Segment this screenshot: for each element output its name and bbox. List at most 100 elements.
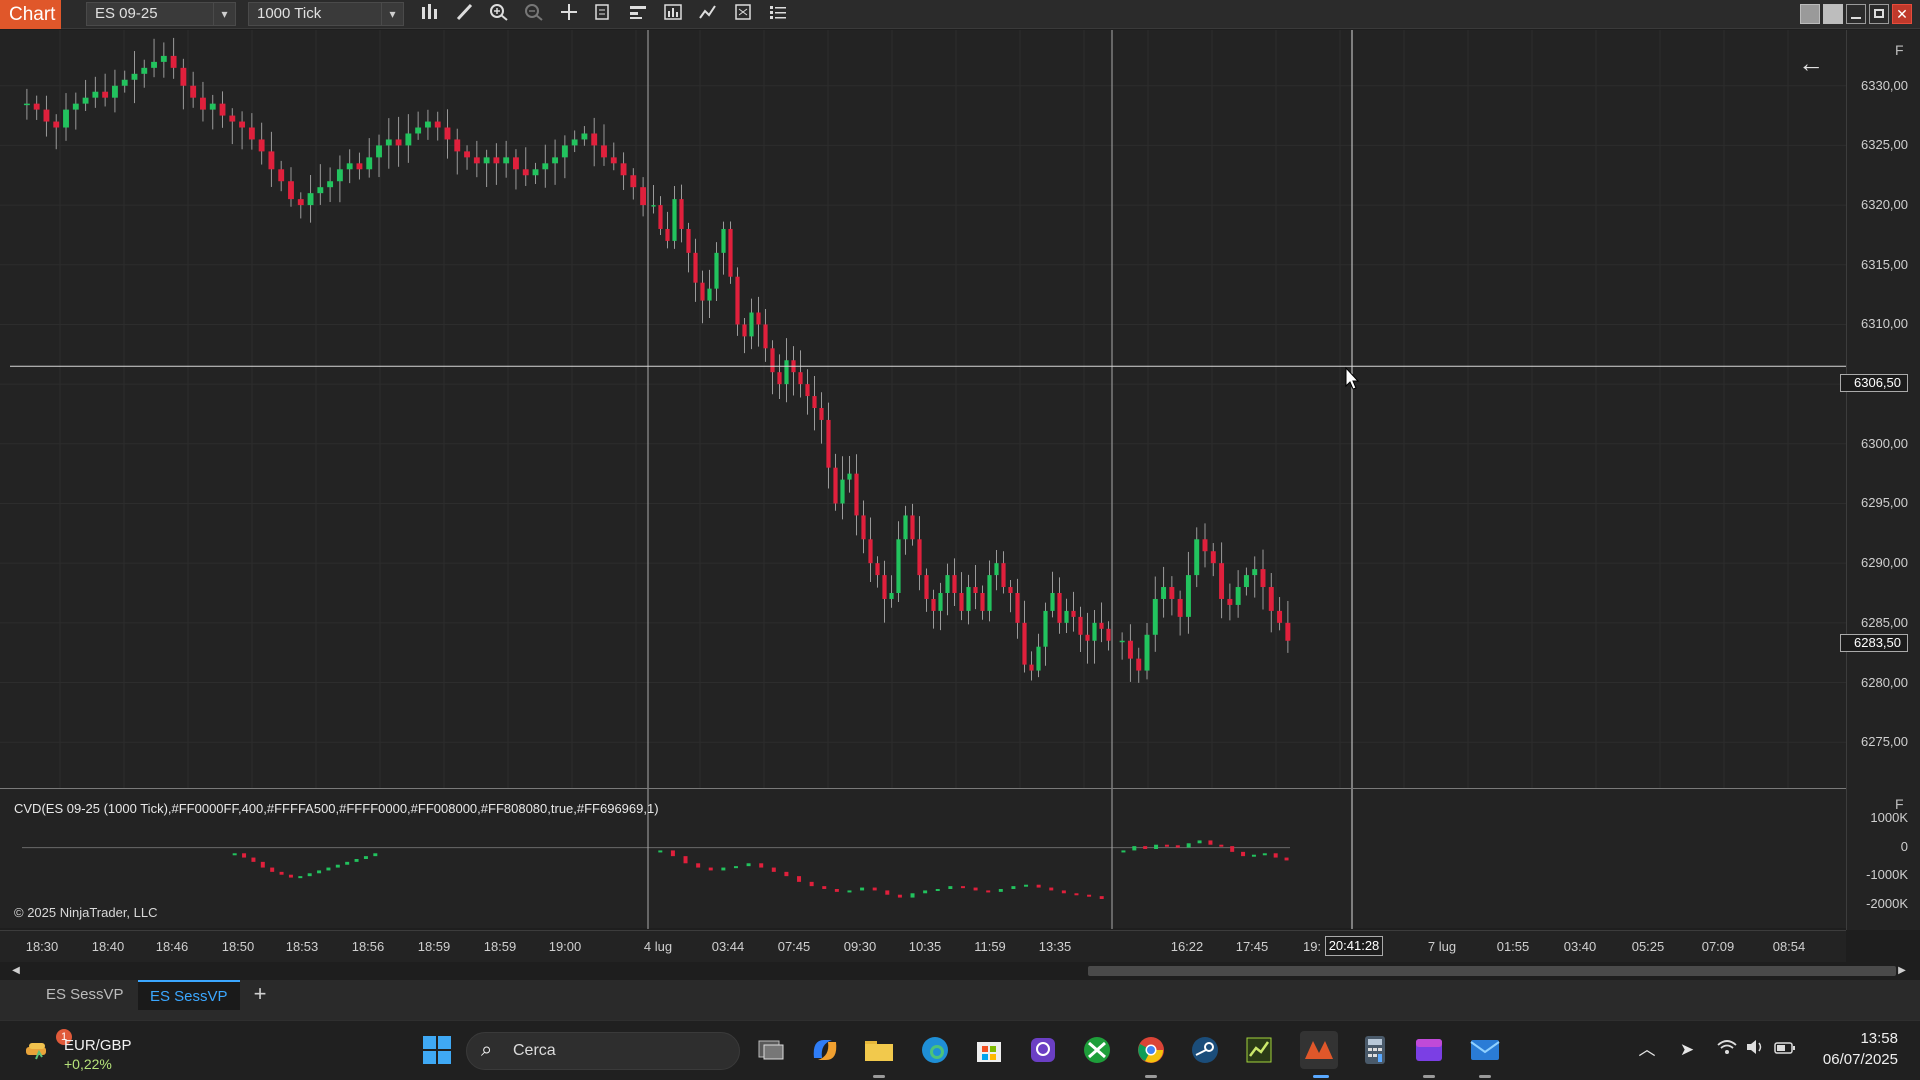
candle-body (297, 199, 304, 206)
candle-body (686, 228, 691, 253)
trading-app-icon[interactable] (1240, 1031, 1278, 1069)
candle-body (770, 348, 775, 373)
cvd-bar (847, 890, 852, 893)
tab-es-sessvp-1[interactable]: ES SessVP (34, 980, 136, 1010)
candle-body (945, 575, 950, 593)
file-explorer-icon[interactable] (860, 1031, 898, 1069)
chevron-up-icon[interactable]: ︿ (1636, 1039, 1658, 1061)
time-tick: 7 lug (1427, 939, 1457, 954)
interval-value: 1000 Tick (257, 5, 322, 22)
strategies-icon[interactable] (696, 3, 720, 25)
candle-body (229, 115, 236, 122)
candle-body (454, 139, 461, 152)
cvd-bar (1011, 886, 1016, 889)
candle-body (473, 157, 480, 164)
time-tick: 19:00 (548, 939, 582, 954)
add-tab-button[interactable]: + (248, 980, 272, 1010)
candle-body (749, 312, 754, 337)
candle-body (1050, 593, 1055, 611)
candle-body (721, 228, 726, 253)
volume-icon[interactable] (1744, 1039, 1766, 1061)
instrument-selector[interactable]: ES 09-25 ▾ (86, 2, 236, 26)
indicators-icon[interactable] (661, 3, 685, 25)
cvd-tick: 0 (1900, 838, 1908, 854)
candle-body (92, 91, 99, 98)
horizontal-scrollbar[interactable]: ◀ ▶ (0, 962, 1920, 980)
cvd-bar (923, 890, 928, 894)
tab-es-sessvp-2[interactable]: ES SessVP (138, 980, 240, 1010)
task-view-icon[interactable] (752, 1031, 790, 1069)
zoom-in-icon[interactable] (487, 3, 511, 25)
windows-start-icon[interactable] (418, 1031, 456, 1069)
object-list-icon[interactable] (766, 3, 790, 25)
candle-body (1092, 622, 1097, 641)
widget-title: EUR/GBP (64, 1037, 132, 1054)
candle-body (854, 473, 859, 516)
template-icon[interactable] (626, 3, 650, 25)
candle-body (938, 593, 943, 611)
crosshair-icon[interactable] (557, 3, 581, 25)
zoom-out-icon[interactable] (522, 3, 546, 25)
price-panel[interactable]: ← (0, 30, 1920, 788)
chevron-down-icon[interactable]: ▾ (381, 3, 403, 25)
candle-body (131, 73, 138, 80)
panel-flag[interactable]: F (1895, 42, 1904, 58)
candle-body (1064, 610, 1069, 623)
left-arrow-icon[interactable]: ← (1798, 48, 1824, 79)
minimize-icon[interactable] (1846, 4, 1866, 24)
chevron-down-icon[interactable]: ▾ (213, 3, 235, 25)
cvd-bar (1132, 846, 1137, 851)
steam-icon[interactable] (1186, 1031, 1224, 1069)
scroll-right-icon[interactable]: ▶ (1896, 965, 1908, 977)
chart-title-tab[interactable]: Chart (0, 0, 61, 29)
scroll-left-icon[interactable]: ◀ (10, 965, 22, 977)
candle-body (966, 587, 971, 611)
draw-pencil-icon[interactable] (453, 3, 477, 25)
mail-icon[interactable] (1466, 1031, 1504, 1069)
location-icon[interactable]: ➤ (1676, 1039, 1698, 1061)
search-input[interactable]: ⌕ Cerca (466, 1032, 740, 1070)
wifi-icon[interactable] (1716, 1039, 1738, 1061)
candle-body (219, 103, 226, 116)
xbox-icon[interactable] (1078, 1031, 1116, 1069)
app-purple-icon[interactable] (1024, 1031, 1062, 1069)
time-axis[interactable]: 18:30 18:40 18:46 18:50 18:53 18:56 18:59 18:59… (0, 930, 1846, 966)
calculator-icon[interactable] (1356, 1031, 1394, 1069)
microsoft-store-icon[interactable] (970, 1031, 1008, 1069)
widgets-button[interactable]: 1 EUR/GBP +0,22% (20, 1029, 150, 1073)
time-tick: 18:59 (417, 939, 451, 954)
bar-type-icon[interactable] (418, 3, 442, 25)
properties-icon[interactable] (591, 3, 615, 25)
crosshair-price-tag: 6306,50 (1840, 374, 1908, 392)
cvd-bar (1175, 845, 1180, 848)
ninjatrader-icon[interactable] (1300, 1031, 1338, 1069)
candle-body (444, 127, 451, 140)
restore-all-icon[interactable] (1823, 4, 1843, 24)
candle-body (180, 67, 187, 86)
cvd-bar (1208, 840, 1213, 845)
edge-browser-icon[interactable] (916, 1031, 954, 1069)
candle-body (1043, 610, 1048, 647)
candle-body (532, 169, 539, 176)
chrome-icon[interactable] (1132, 1031, 1170, 1069)
candle-body (875, 563, 880, 576)
clipchamp-icon[interactable] (1410, 1031, 1448, 1069)
battery-icon[interactable] (1774, 1039, 1796, 1061)
tile-icon[interactable] (1800, 4, 1820, 24)
copilot-icon[interactable] (806, 1031, 844, 1069)
close-icon[interactable]: ✕ (1892, 4, 1912, 24)
cvd-bar (948, 886, 953, 889)
time-tick: 01:55 (1496, 939, 1530, 954)
cvd-bar (1164, 844, 1169, 847)
scroll-thumb[interactable] (1088, 966, 1896, 976)
interval-selector[interactable]: 1000 Tick ▾ (248, 2, 404, 26)
price-chart[interactable] (0, 30, 1846, 788)
candle-body (151, 61, 157, 68)
clock-time[interactable]: 13:58 (1860, 1030, 1898, 1047)
maximize-icon[interactable] (1869, 4, 1889, 24)
price-axis[interactable]: 6330,006325,006320,006315,006310,006305,… (1846, 30, 1920, 930)
cvd-indicator-panel[interactable]: CVD(ES 09-25 (1000 Tick),#FF0000FF,400,#… (0, 788, 1846, 929)
clock-date[interactable]: 06/07/2025 (1823, 1051, 1898, 1068)
data-box-icon[interactable] (731, 3, 755, 25)
price-tick: 6295,00 (1861, 495, 1908, 511)
